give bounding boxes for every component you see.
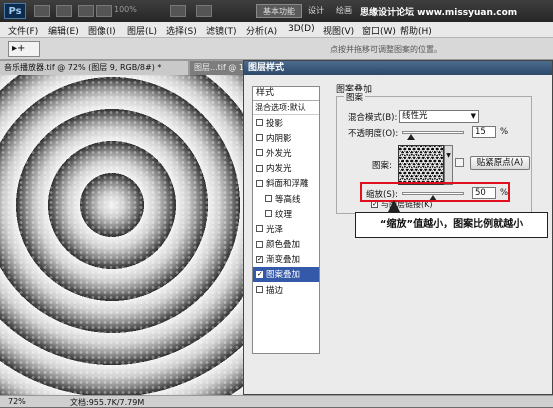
blend-mode-value: 线性光 (402, 111, 428, 121)
opacity-slider-handle[interactable] (407, 134, 416, 140)
tab-active-document[interactable]: 音乐播放器.tif @ 72% (图层 9, RGB/8#) * (0, 61, 188, 75)
menu-layer[interactable]: 图层(L) (127, 24, 157, 37)
status-bar: 72% 文档:955.7K/7.79M (0, 395, 553, 407)
checkbox[interactable] (256, 134, 263, 142)
style-item[interactable]: 等高线 (253, 191, 319, 206)
style-item[interactable]: 外发光 (253, 145, 319, 160)
options-hint-text: 点按并拖移可调整图案的位置。 (330, 45, 442, 54)
checkbox[interactable]: ✓ (256, 255, 263, 263)
style-item[interactable]: ✓ 渐变叠加 (253, 252, 319, 267)
menu-file[interactable]: 文件(F) (8, 24, 38, 37)
callout-pointer (388, 200, 400, 212)
opacity-unit: % (500, 127, 509, 137)
tool-preset-picker[interactable]: ▸+ (8, 41, 40, 57)
style-item-label: 内发光 (266, 164, 292, 175)
workspace-essentials-button[interactable]: 基本功能 (256, 4, 302, 18)
bridge-icon[interactable] (34, 5, 50, 17)
checkbox[interactable] (256, 240, 263, 248)
checkbox[interactable] (265, 210, 272, 218)
menu-bar: 文件(F) 编辑(E) 图像(I) 图层(L) 选择(S) 滤镜(T) 分析(A… (0, 22, 553, 38)
app-title-bar: Ps 100% 基本功能 设计 绘画 思缘设计论坛 www.missyuan.c… (0, 0, 553, 22)
document-canvas[interactable] (0, 75, 248, 395)
blending-options-item[interactable]: 混合选项:默认 (253, 101, 319, 115)
menu-view[interactable]: 视图(V) (323, 24, 354, 37)
checkbox[interactable]: ✓ (256, 270, 263, 278)
style-items: 投影 内阴影 外发光 内发光 斜面和浮雕 等高线 纹理 光泽 颜色叠加 ✓ 渐变叠加 ✓ 图案叠加 描边 (253, 115, 319, 297)
screen-mode-icon[interactable] (196, 5, 212, 17)
view-extras-icon[interactable] (78, 5, 94, 17)
mini-bridge-icon[interactable] (56, 5, 72, 17)
style-item-label: 光泽 (266, 224, 284, 235)
checkbox[interactable] (256, 179, 263, 187)
opacity-label: 不透明度(O): (348, 129, 399, 139)
checkbox[interactable] (265, 195, 272, 203)
zoom-level-select[interactable]: 100% (114, 5, 137, 14)
hand-tool-icon[interactable] (96, 5, 112, 17)
document-tabs: 音乐播放器.tif @ 72% (图层 9, RGB/8#) * 图层...ti… (0, 60, 250, 75)
style-item[interactable]: 描边 (253, 282, 319, 297)
style-item-label: 投影 (266, 118, 284, 129)
blend-mode-label: 混合模式(B): (348, 113, 398, 123)
menu-edit[interactable]: 编辑(E) (48, 24, 79, 37)
style-item-label: 内阴影 (266, 133, 292, 144)
workspace-design-button[interactable]: 设计 (302, 4, 330, 18)
menu-image[interactable]: 图像(I) (88, 24, 116, 37)
pattern-legend: 图案 (344, 91, 366, 103)
style-item-label: 渐变叠加 (266, 255, 301, 266)
style-item-label: 斜面和浮雕 (266, 179, 309, 190)
menu-select[interactable]: 选择(S) (166, 24, 197, 37)
style-item-label: 图案叠加 (266, 270, 301, 281)
menu-3d[interactable]: 3D(D) (288, 24, 315, 34)
watermark-text: 思缘设计论坛 www.missyuan.com (360, 8, 518, 18)
checkbox[interactable] (256, 119, 263, 127)
menu-help[interactable]: 帮助(H) (400, 24, 432, 37)
checkbox[interactable] (256, 149, 263, 157)
style-item[interactable]: 投影 (253, 115, 319, 130)
chevron-down-icon: ▼ (470, 112, 476, 120)
menu-analysis[interactable]: 分析(A) (246, 24, 277, 37)
dialog-title: 图层样式 (244, 61, 552, 75)
photoshop-logo: Ps (4, 3, 26, 19)
style-item[interactable]: 内阴影 (253, 130, 319, 145)
arrange-documents-icon[interactable] (170, 5, 186, 17)
style-item-label: 颜色叠加 (266, 240, 301, 251)
annotation-callout: “缩放”值越小，图案比例就越小 (355, 212, 548, 238)
styles-header[interactable]: 样式 (253, 87, 319, 101)
blend-mode-select[interactable]: 线性光 ▼ (399, 110, 479, 123)
status-document-size: 文档:955.7K/7.79M (70, 398, 145, 407)
checkbox[interactable] (256, 286, 263, 294)
pattern-label: 图案: (372, 161, 392, 171)
style-item[interactable]: ✓ 图案叠加 (253, 266, 319, 283)
pattern-picker-dropdown[interactable]: ▼ (444, 145, 453, 185)
tab-inactive-document[interactable]: 图层...tif @ 1... (190, 61, 248, 75)
style-item[interactable]: 内发光 (253, 161, 319, 176)
style-item-label: 等高线 (275, 194, 301, 205)
menu-filter[interactable]: 滤镜(T) (206, 24, 237, 37)
checkbox[interactable]: ✓ (371, 201, 378, 208)
style-item-label: 描边 (266, 285, 284, 296)
style-item-label: 外发光 (266, 148, 292, 159)
checkbox[interactable] (256, 164, 263, 172)
opacity-input[interactable]: 15 (472, 126, 496, 138)
scale-highlight-box (360, 182, 510, 202)
checkbox[interactable] (256, 225, 263, 233)
style-item[interactable]: 斜面和浮雕 (253, 176, 319, 191)
style-item[interactable]: 光泽 (253, 221, 319, 236)
style-item[interactable]: 纹理 (253, 206, 319, 221)
snap-to-origin-button[interactable]: 贴紧原点(A) (470, 156, 530, 170)
styles-list: 样式 混合选项:默认 投影 内阴影 外发光 内发光 斜面和浮雕 等高线 纹理 光泽 颜色叠加 ✓ 渐… (252, 86, 320, 354)
pattern-swatch[interactable] (398, 145, 444, 185)
style-item-label: 纹理 (275, 209, 293, 220)
style-item[interactable]: 颜色叠加 (253, 237, 319, 252)
new-preset-icon[interactable] (455, 158, 464, 167)
options-bar: ▸+ 点按并拖移可调整图案的位置。 (0, 38, 553, 60)
workspace-painting-button[interactable]: 绘画 (330, 4, 358, 18)
status-zoom[interactable]: 72% (8, 397, 26, 406)
menu-window[interactable]: 窗口(W) (362, 24, 396, 37)
